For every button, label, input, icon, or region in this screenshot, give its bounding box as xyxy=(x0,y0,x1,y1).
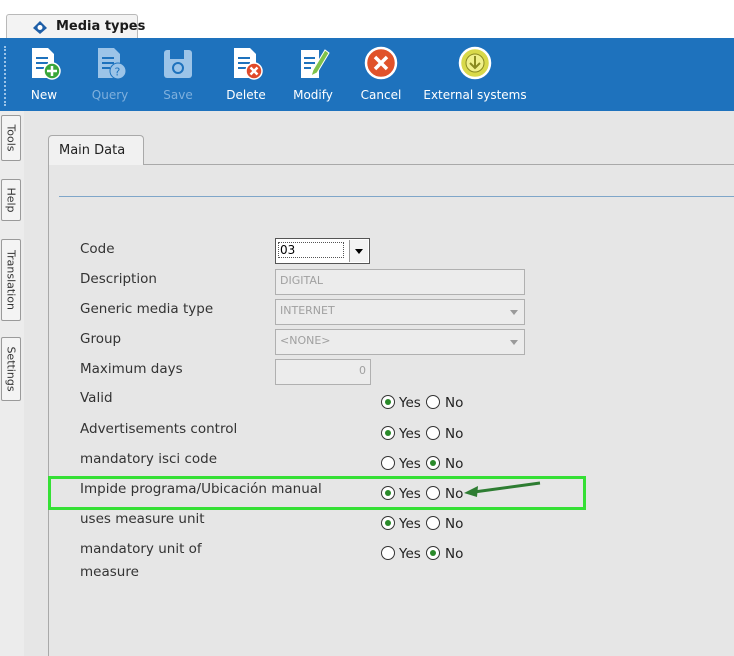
generic-media-type-label: Generic media type xyxy=(80,301,214,317)
mandatory-unit-of-measure-no-radio[interactable] xyxy=(426,546,440,560)
valid-label: Valid xyxy=(80,390,113,406)
mandatory-unit-of-measure-yes-radio[interactable] xyxy=(381,546,395,560)
mandatory-isci-code-no-radio[interactable] xyxy=(426,456,440,470)
uses-measure-unit-no-label: No xyxy=(445,516,464,532)
section-divider xyxy=(59,196,734,197)
toolbar: New ? Query Save Delete Modify Cancel Ex… xyxy=(0,38,734,111)
delete-document-icon xyxy=(234,48,263,80)
code-select[interactable]: 03 xyxy=(275,238,370,264)
cancel-button-label: Cancel xyxy=(360,88,402,102)
mandatory-isci-code-yes-label: Yes xyxy=(399,456,421,472)
valid-yes-label: Yes xyxy=(399,395,421,411)
delete-button[interactable]: Delete xyxy=(222,44,270,108)
chevron-down-icon xyxy=(355,249,363,254)
save-button-label: Save xyxy=(163,88,193,102)
document-tab-strip: Media types xyxy=(0,0,734,38)
uses-measure-unit-no-radio[interactable] xyxy=(426,516,440,530)
help-tab[interactable]: Help xyxy=(1,179,21,221)
external-systems-button-label: External systems xyxy=(423,88,527,102)
maximum-days-label: Maximum days xyxy=(80,361,183,377)
modify-button[interactable]: Modify xyxy=(290,44,336,108)
mandatory-unit-of-measure-label: mandatory unit of xyxy=(80,541,202,557)
mandatory-unit-of-measure-no-label: No xyxy=(445,546,464,562)
valid-no-radio[interactable] xyxy=(426,395,440,409)
advertisements-control-yes-label: Yes xyxy=(399,426,421,442)
tools-tab[interactable]: Tools xyxy=(1,115,21,161)
cancel-button[interactable]: Cancel xyxy=(356,44,406,108)
cancel-x-icon xyxy=(364,46,398,80)
description-field[interactable]: DIGITAL xyxy=(275,269,525,295)
chevron-down-icon xyxy=(510,310,518,315)
valid-no-label: No xyxy=(445,395,464,411)
generic-media-type-select[interactable]: INTERNET xyxy=(275,299,525,325)
mandatory-isci-code-label: mandatory isci code xyxy=(80,451,218,467)
uses-measure-unit-yes-label: Yes xyxy=(399,516,421,532)
new-button[interactable]: New xyxy=(22,44,66,108)
group-select[interactable]: <NONE> xyxy=(275,329,525,355)
media-types-icon xyxy=(33,21,47,34)
query-button[interactable]: ? Query xyxy=(88,44,132,108)
valid-yes-radio[interactable] xyxy=(381,395,395,409)
settings-tab[interactable]: Settings xyxy=(1,337,21,401)
toolbar-grip xyxy=(4,46,8,106)
media-types-tab-label: Media types xyxy=(56,19,146,34)
modify-button-label: Modify xyxy=(293,88,333,102)
advertisements-control-no-label: No xyxy=(445,426,464,442)
mandatory-unit-of-measure-label-cont: measure xyxy=(80,564,139,580)
new-button-label: New xyxy=(30,88,58,102)
query-button-label: Query xyxy=(91,88,129,102)
new-document-icon xyxy=(32,48,61,80)
advertisements-control-label: Advertisements control xyxy=(80,421,238,437)
advertisements-control-yes-radio[interactable] xyxy=(381,426,395,440)
translation-tab[interactable]: Translation xyxy=(1,239,21,321)
query-document-icon: ? xyxy=(98,48,127,80)
uses-measure-unit-yes-radio[interactable] xyxy=(381,516,395,530)
code-label: Code xyxy=(80,241,115,257)
save-button[interactable]: Save xyxy=(156,44,200,108)
media-types-tab[interactable]: Media types xyxy=(6,14,145,38)
save-disk-icon xyxy=(164,50,192,78)
group-label: Group xyxy=(80,331,122,347)
annotation-arrow-icon xyxy=(464,481,541,497)
svg-text:?: ? xyxy=(115,66,121,79)
external-systems-button[interactable]: External systems xyxy=(420,44,530,108)
external-systems-icon xyxy=(458,46,492,80)
tab-border xyxy=(144,164,734,165)
side-panel-tabs: Tools Help Translation Settings xyxy=(0,111,25,656)
uses-measure-unit-label: uses measure unit xyxy=(80,511,205,527)
tab-main-data[interactable]: Main Data xyxy=(48,135,144,165)
modify-pencil-icon xyxy=(301,49,330,78)
mandatory-unit-of-measure-yes-label: Yes xyxy=(399,546,421,562)
description-label: Description xyxy=(80,271,157,287)
panel-left-border xyxy=(48,165,49,656)
mandatory-isci-code-yes-radio[interactable] xyxy=(381,456,395,470)
advertisements-control-no-radio[interactable] xyxy=(426,426,440,440)
code-dropdown-button[interactable] xyxy=(349,240,368,262)
mandatory-isci-code-no-label: No xyxy=(445,456,464,472)
maximum-days-field[interactable]: 0 xyxy=(275,359,371,385)
delete-button-label: Delete xyxy=(226,88,266,102)
chevron-down-icon xyxy=(510,340,518,345)
code-value: 03 xyxy=(278,242,344,258)
